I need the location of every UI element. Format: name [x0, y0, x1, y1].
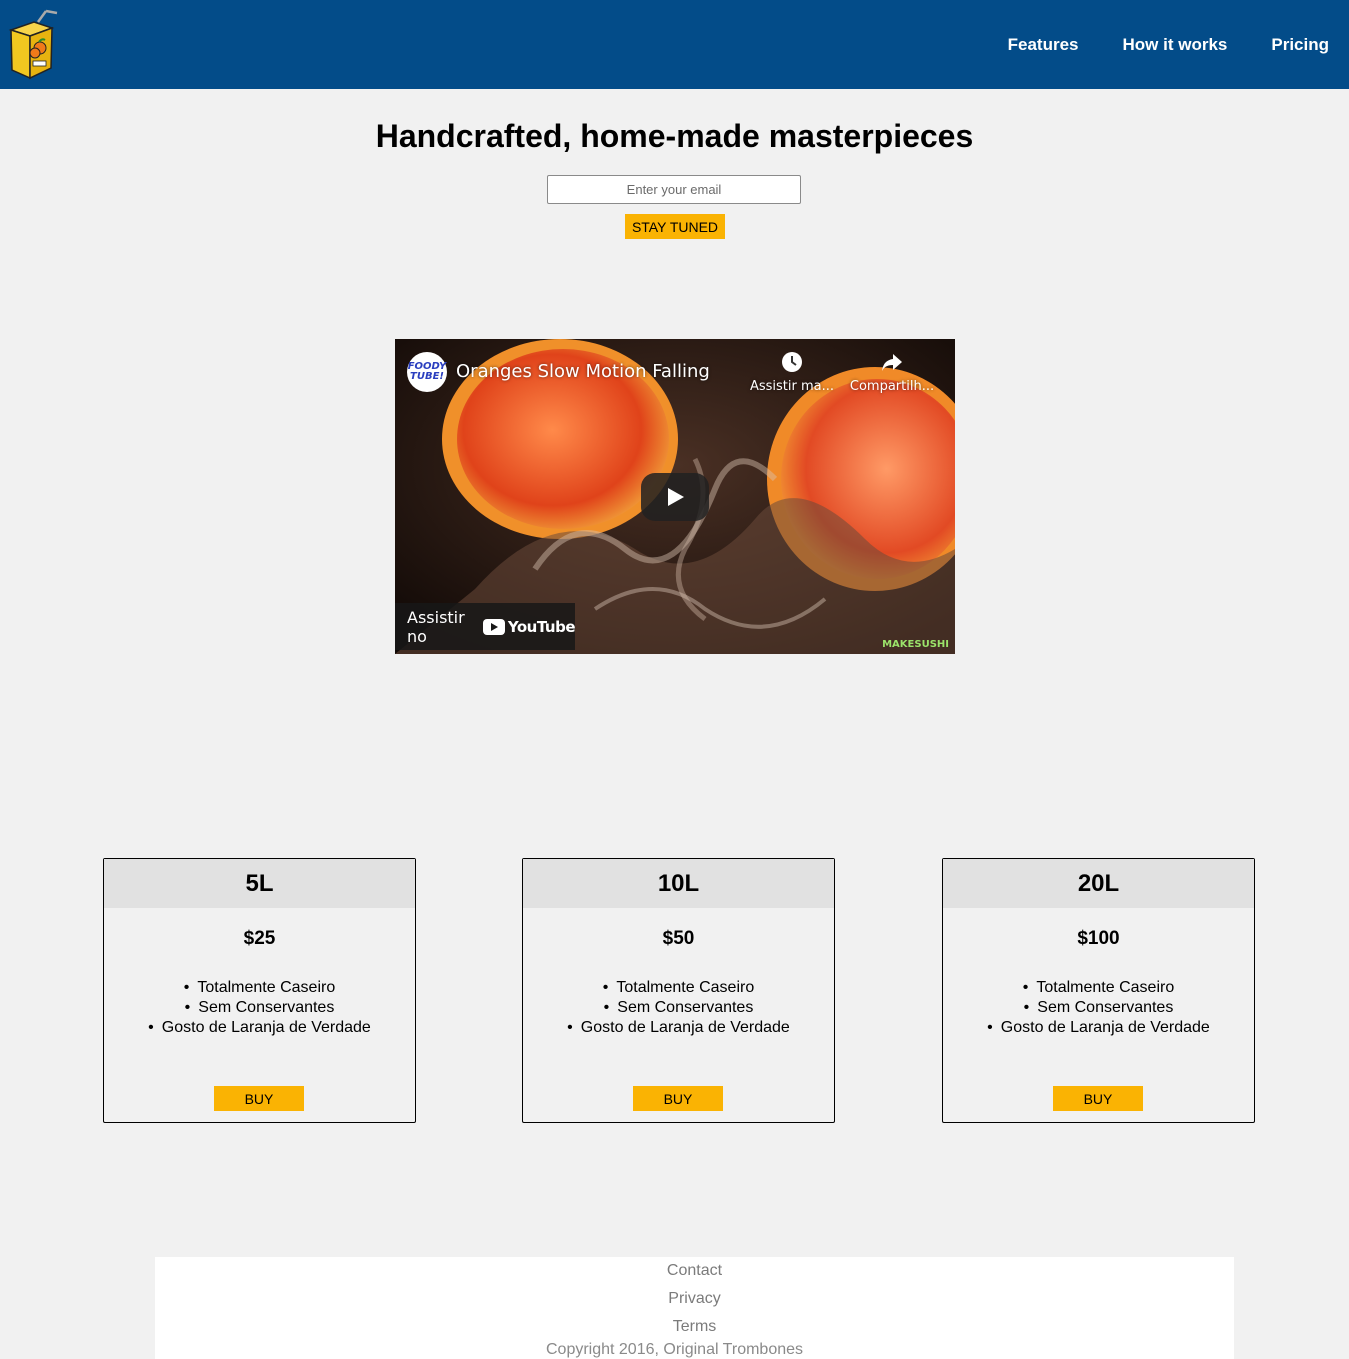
share-arrow-icon: [882, 354, 902, 371]
pricing-card-20l: 20L $100 Totalmente Caseiro Sem Conserva…: [942, 858, 1255, 1123]
pricing-card-5l: 5L $25 Totalmente Caseiro Sem Conservant…: [103, 858, 416, 1123]
play-icon: [668, 488, 684, 506]
feature-item: Totalmente Caseiro: [943, 978, 1254, 998]
feature-item: Gosto de Laranja de Verdade: [104, 1018, 415, 1038]
feature-list: Totalmente Caseiro Sem Conservantes Gost…: [523, 978, 834, 1038]
card-price: $50: [662, 928, 695, 949]
nav-how-it-works[interactable]: How it works: [1123, 35, 1228, 55]
email-input[interactable]: [547, 175, 801, 204]
watch-later-label: Assistir ma...: [749, 379, 835, 394]
stay-tuned-button[interactable]: STAY TUNED: [625, 214, 725, 239]
card-size: 5L: [104, 859, 415, 908]
hero-title: Handcrafted, home-made masterpieces: [375, 118, 974, 154]
share-button[interactable]: Compartilh...: [847, 351, 937, 394]
feature-list: Totalmente Caseiro Sem Conservantes Gost…: [104, 978, 415, 1038]
header: Features How it works Pricing: [0, 0, 1349, 89]
card-size: 20L: [943, 859, 1254, 908]
nav-features[interactable]: Features: [1008, 35, 1079, 55]
footer-link-contact[interactable]: Contact: [155, 1262, 1234, 1280]
video-embed[interactable]: FOODY TUBE! Oranges Slow Motion Falling …: [395, 339, 955, 654]
juice-box-logo[interactable]: [8, 8, 60, 80]
feature-item: Sem Conservantes: [943, 998, 1254, 1018]
youtube-label: YouTube: [507, 617, 576, 636]
card-price: $25: [243, 928, 276, 949]
feature-item: Sem Conservantes: [104, 998, 415, 1018]
footer-link-privacy[interactable]: Privacy: [155, 1290, 1234, 1308]
feature-item: Gosto de Laranja de Verdade: [943, 1018, 1254, 1038]
feature-list: Totalmente Caseiro Sem Conservantes Gost…: [943, 978, 1254, 1038]
clock-icon: [782, 352, 802, 372]
buy-button-20l[interactable]: BUY: [1053, 1086, 1143, 1111]
footer-link-terms[interactable]: Terms: [155, 1318, 1234, 1336]
share-label: Compartilh...: [849, 379, 935, 394]
watch-later-button[interactable]: Assistir ma...: [747, 351, 837, 394]
feature-item: Gosto de Laranja de Verdade: [523, 1018, 834, 1038]
video-title[interactable]: Oranges Slow Motion Falling: [456, 361, 710, 382]
youtube-play-icon: [482, 618, 505, 635]
feature-item: Sem Conservantes: [523, 998, 834, 1018]
buy-button-5l[interactable]: BUY: [214, 1086, 304, 1111]
channel-avatar[interactable]: FOODY TUBE!: [407, 352, 447, 392]
main-nav: Features How it works Pricing: [984, 0, 1349, 89]
video-watermark: MAKESUSHI: [882, 639, 949, 650]
feature-item: Totalmente Caseiro: [523, 978, 834, 998]
copyright-text: Copyright 2016, Original Trombones: [545, 1341, 804, 1358]
nav-pricing[interactable]: Pricing: [1271, 35, 1329, 55]
watch-on-youtube-button[interactable]: Assistir no YouTube: [395, 603, 576, 650]
card-price: $100: [1077, 928, 1120, 949]
youtube-logo: YouTube: [482, 617, 576, 636]
pricing-card-10l: 10L $50 Totalmente Caseiro Sem Conservan…: [522, 858, 835, 1123]
feature-item: Totalmente Caseiro: [104, 978, 415, 998]
watch-on-label: Assistir no: [407, 607, 465, 646]
buy-button-10l[interactable]: BUY: [633, 1086, 723, 1111]
card-size: 10L: [523, 859, 834, 908]
play-button[interactable]: [641, 473, 709, 521]
